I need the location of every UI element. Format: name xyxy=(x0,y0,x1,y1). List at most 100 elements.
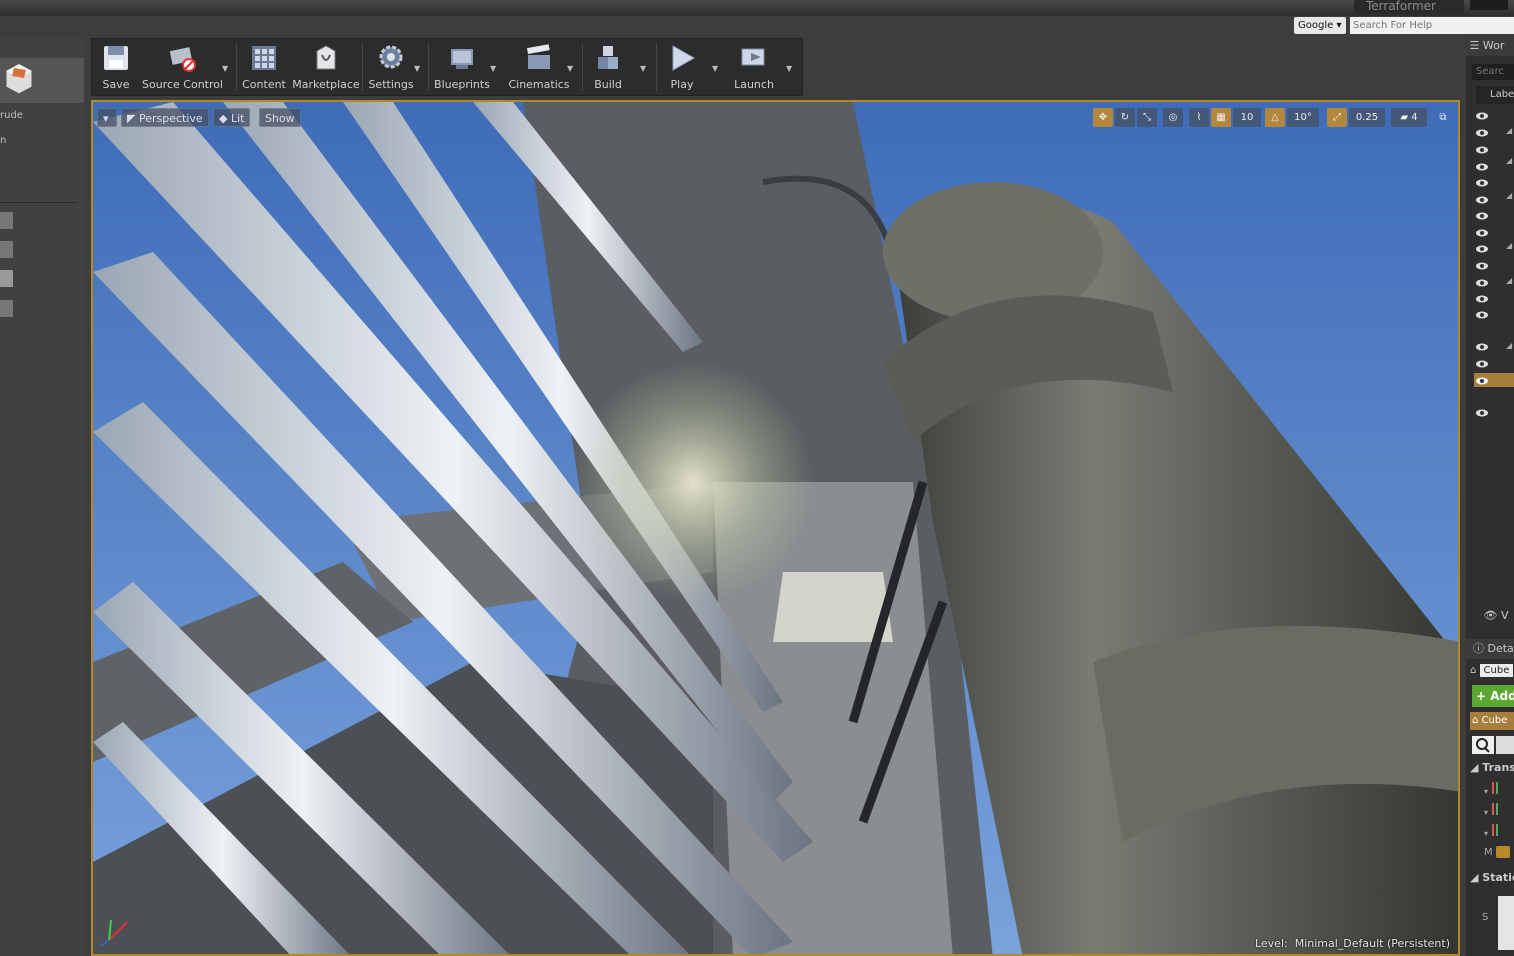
details-view-toggle-icon[interactable] xyxy=(1496,736,1514,754)
expand-arrow-icon[interactable]: ◢ xyxy=(1506,156,1512,165)
settings-dropdown-icon[interactable]: ▼ xyxy=(414,64,422,73)
cinematics-dropdown-icon[interactable]: ▼ xyxy=(567,64,575,73)
marketplace-button[interactable]: Marketplace xyxy=(292,39,360,95)
mobility-row[interactable]: M xyxy=(1484,846,1514,862)
cinematics-button[interactable]: Cinematics xyxy=(504,39,574,95)
visibility-eye-icon[interactable] xyxy=(1476,377,1488,385)
translate-tool-icon[interactable]: ✥ xyxy=(1093,108,1113,127)
rotation-snap-icon[interactable]: △ xyxy=(1265,108,1285,127)
expand-arrow-icon[interactable]: ◢ xyxy=(1506,191,1512,200)
maximize-viewport-icon[interactable]: ⧉ xyxy=(1435,108,1451,127)
build-button[interactable]: Build xyxy=(586,39,630,95)
mobility-label: M xyxy=(1484,847,1493,858)
static-mesh-section[interactable]: ◢ Static xyxy=(1470,871,1514,884)
source-control-button[interactable]: Source Control xyxy=(142,39,223,95)
visibility-eye-icon[interactable] xyxy=(1476,343,1488,351)
level-viewport[interactable]: ▾ ◤ Perspective ◆ Lit Show ✥ ↻ ⤡ ◎ ⌇ ▦ 1… xyxy=(91,100,1460,956)
scale-snap-icon[interactable]: ⤢ xyxy=(1327,108,1347,127)
component-row-selected[interactable]: ⌂ Cube xyxy=(1470,712,1514,730)
lit-mode-button[interactable]: ◆ Lit xyxy=(213,108,251,127)
blueprints-icon xyxy=(451,49,473,69)
visibility-eye-icon[interactable] xyxy=(1476,295,1488,303)
play-button[interactable]: Play xyxy=(660,39,704,95)
world-space-icon[interactable]: ◎ xyxy=(1163,108,1183,127)
marketplace-label: Marketplace xyxy=(292,78,360,91)
visibility-eye-icon[interactable] xyxy=(1476,229,1488,237)
perspective-button[interactable]: ◤ Perspective xyxy=(121,108,209,127)
outliner-title: Wor xyxy=(1482,39,1505,52)
expand-arrow-icon[interactable]: ◢ xyxy=(1506,276,1512,285)
visibility-eye-icon[interactable] xyxy=(1476,409,1488,417)
outliner-search-input[interactable]: Searc xyxy=(1472,64,1514,80)
axis-gizmo-icon xyxy=(100,919,128,947)
show-button[interactable]: Show xyxy=(259,108,301,127)
content-button[interactable]: Content xyxy=(239,39,289,95)
blueprints-label: Blueprints xyxy=(434,78,490,91)
grid-snap-value[interactable]: 10 xyxy=(1233,108,1261,127)
visibility-eye-icon[interactable] xyxy=(1476,146,1488,154)
details-search-icon[interactable] xyxy=(1472,736,1494,754)
build-label: Build xyxy=(594,78,622,91)
left-panel-swatch-3[interactable] xyxy=(0,270,13,287)
visibility-eye-icon[interactable] xyxy=(1476,112,1488,120)
grid-snap-icon[interactable]: ▦ xyxy=(1211,108,1231,127)
help-search-input[interactable] xyxy=(1350,17,1514,34)
left-panel-swatch-4[interactable] xyxy=(0,300,13,317)
static-mesh-thumbnail[interactable] xyxy=(1498,896,1514,950)
visibility-eye-icon[interactable] xyxy=(1476,129,1488,137)
search-engine-dropdown[interactable]: Google ▾ xyxy=(1294,17,1346,34)
visibility-eye-icon[interactable] xyxy=(1476,279,1488,287)
blueprints-button[interactable]: Blueprints xyxy=(432,39,492,95)
window-controls[interactable] xyxy=(1470,0,1508,10)
visibility-eye-icon[interactable] xyxy=(1476,163,1488,171)
outliner-label-column[interactable]: Labe xyxy=(1476,86,1514,104)
expand-arrow-icon[interactable]: ◢ xyxy=(1506,341,1512,350)
add-component-button[interactable]: + Add xyxy=(1472,685,1514,707)
details-actor-row[interactable]: ⌂ Cube xyxy=(1470,662,1514,680)
visibility-eye-icon[interactable] xyxy=(1476,179,1488,187)
actor-name-field[interactable]: Cube xyxy=(1479,664,1514,677)
visibility-eye-icon[interactable] xyxy=(1476,311,1488,319)
visibility-eye-icon[interactable] xyxy=(1476,245,1488,253)
play-dropdown-icon[interactable]: ▼ xyxy=(712,64,720,73)
world-outliner-tab[interactable]: ☰ Wor xyxy=(1466,36,1514,56)
build-dropdown-icon[interactable]: ▼ xyxy=(640,64,648,73)
visibility-eye-icon[interactable] xyxy=(1476,360,1488,368)
settings-button[interactable]: Settings xyxy=(366,39,416,95)
scale-tool-icon[interactable]: ⤡ xyxy=(1137,108,1157,127)
scale-snap-value[interactable]: 0.25 xyxy=(1349,108,1385,127)
visibility-eye-icon[interactable] xyxy=(1476,212,1488,220)
source-control-dropdown-icon[interactable]: ▼ xyxy=(222,64,230,73)
transform-section[interactable]: ◢ Transf xyxy=(1470,761,1514,774)
rotate-tool-icon[interactable]: ↻ xyxy=(1115,108,1135,127)
surface-snap-icon[interactable]: ⌇ xyxy=(1189,108,1209,127)
rotation-row[interactable]: ▾ xyxy=(1484,803,1514,817)
blueprints-dropdown-icon[interactable]: ▼ xyxy=(490,64,498,73)
camera-speed-button[interactable]: ▰ 4 xyxy=(1391,108,1427,127)
toolbar-separator xyxy=(428,43,429,91)
transform-section-label: Transf xyxy=(1482,761,1514,774)
scale-row[interactable]: ▾ xyxy=(1484,824,1514,838)
static-mesh-section-label: Static xyxy=(1482,871,1514,884)
project-tab[interactable]: Terraformer xyxy=(1354,0,1464,14)
details-tab[interactable]: ⓘ Deta xyxy=(1466,639,1514,659)
left-panel-swatch-2[interactable] xyxy=(0,241,13,258)
visibility-eye-icon[interactable] xyxy=(1476,196,1488,204)
visibility-eye-icon[interactable] xyxy=(1476,262,1488,270)
launch-button[interactable]: Launch xyxy=(730,39,778,95)
location-row[interactable]: ▾ xyxy=(1484,782,1514,796)
perspective-label: Perspective xyxy=(138,112,203,125)
save-button[interactable]: Save xyxy=(94,39,138,95)
add-component-label: + Add xyxy=(1476,689,1514,703)
expand-arrow-icon[interactable]: ◢ xyxy=(1506,126,1512,135)
outliner-view-options[interactable]: 👁 V xyxy=(1466,606,1514,626)
left-panel-swatch-1[interactable] xyxy=(0,212,13,229)
cinematics-icon xyxy=(526,44,550,69)
expand-arrow-icon[interactable]: ◢ xyxy=(1506,241,1512,250)
outliner-search-placeholder: Searc xyxy=(1476,66,1505,77)
details-title: Deta xyxy=(1487,642,1514,655)
viewport-scene[interactable] xyxy=(93,102,1460,956)
rotation-snap-value[interactable]: 10° xyxy=(1287,108,1319,127)
viewport-options-button[interactable]: ▾ xyxy=(97,108,117,127)
launch-dropdown-icon[interactable]: ▼ xyxy=(786,64,794,73)
